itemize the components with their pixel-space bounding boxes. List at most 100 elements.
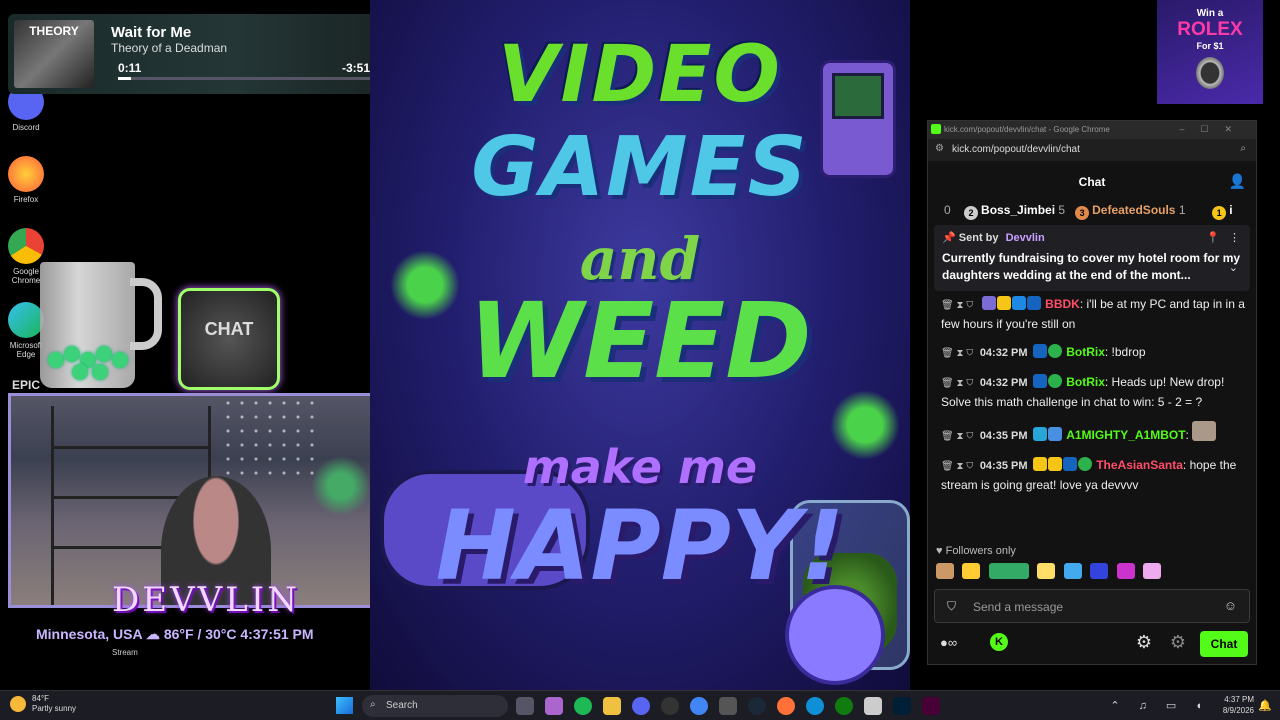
progress-fill xyxy=(118,77,131,80)
firefox-taskbar-icon[interactable] xyxy=(777,697,795,715)
taskbar-clock[interactable]: 4:37 PM 8/9/2026 xyxy=(1223,694,1254,716)
desktop-icon-label: Discord xyxy=(12,123,40,132)
discord-taskbar-icon[interactable] xyxy=(632,697,650,715)
message-user[interactable]: TheAsianSanta xyxy=(1096,458,1183,472)
emoji-icon[interactable]: ☺ xyxy=(1224,598,1237,613)
message-user[interactable]: BotRix xyxy=(1066,345,1105,359)
chevron-down-icon[interactable]: ⌄ xyxy=(1229,261,1238,274)
zoom-icon[interactable]: ⌕ xyxy=(1240,143,1246,154)
poster-line-6: HAPPY! xyxy=(435,490,845,602)
points-icon[interactable]: ●∞ xyxy=(940,635,957,650)
more-icon[interactable]: ⋮ xyxy=(1229,231,1240,244)
leader-name[interactable]: i xyxy=(1229,203,1232,217)
copilot-icon[interactable] xyxy=(545,697,563,715)
message-user[interactable]: BotRix xyxy=(1066,375,1105,389)
steam-icon[interactable] xyxy=(748,697,766,715)
desktop-icon-label: Firefox xyxy=(13,195,39,204)
pin-icon[interactable]: 📍 xyxy=(1206,231,1220,244)
rank-badge-icon: 1 xyxy=(1212,206,1227,220)
message-text: : !bdrop xyxy=(1104,345,1146,359)
spotify-icon[interactable] xyxy=(574,697,592,715)
settings-alt-icon[interactable]: ⚙ xyxy=(1170,632,1186,653)
task-view-icon[interactable] xyxy=(516,697,534,715)
taskbar: 84°F Partly sunny ⌕ Search ⌃ ♫ ▭ ◖ 4:37 … xyxy=(0,690,1280,720)
crown-badge-icon xyxy=(996,296,1011,310)
message-input[interactable]: ⛉ Send a message ☺ xyxy=(934,589,1250,623)
message-user[interactable]: A1MIGHTY_A1MBOT xyxy=(1066,428,1185,442)
taskbar-search[interactable]: ⌕ Search xyxy=(362,695,508,717)
shield-icon: ⛉ xyxy=(947,599,957,613)
clover-icon xyxy=(112,352,128,368)
xbox-icon[interactable] xyxy=(835,697,853,715)
search-placeholder: Search xyxy=(386,700,418,711)
verified-badge-icon xyxy=(1047,344,1062,358)
kick-logo-icon[interactable]: K xyxy=(990,633,1008,651)
leader-name[interactable]: DefeatedSouls xyxy=(1092,203,1175,217)
rolex-ad[interactable]: Win a ROLEX For $1 xyxy=(1157,0,1263,104)
emote-bar xyxy=(928,561,1256,587)
gear-icon[interactable]: ⚙ xyxy=(1136,632,1152,653)
message-time: 04:32 PM xyxy=(979,377,1028,389)
desktop-icon-label: Google Chrome xyxy=(11,267,41,285)
mod-actions-icon[interactable]: 🗑 ⧗ ⛉ xyxy=(941,300,973,311)
store-icon[interactable] xyxy=(719,697,737,715)
chrome-taskbar-icon[interactable] xyxy=(690,697,708,715)
emote-icon[interactable] xyxy=(1143,563,1162,579)
emote-icon[interactable] xyxy=(1090,563,1109,579)
emote-icon[interactable] xyxy=(962,563,981,579)
edge-taskbar-icon[interactable] xyxy=(806,697,824,715)
address-bar[interactable]: ⚙ kick.com/popout/devvlin/chat ⌕ xyxy=(928,139,1256,161)
emote-icon[interactable] xyxy=(1037,563,1056,579)
snipping-tool-icon[interactable] xyxy=(864,697,882,715)
leader-name[interactable]: Boss_Jimbei xyxy=(981,203,1055,217)
clover-icon xyxy=(64,346,80,362)
sword-badge-icon xyxy=(1032,344,1047,358)
chat-message: 🗑 ⧗ ⛉ 04:35 PM TheAsianSanta: hope the s… xyxy=(941,456,1246,494)
window-controls[interactable]: –☐✕ xyxy=(1179,124,1248,135)
taskbar-weather[interactable]: 84°F Partly sunny xyxy=(10,694,76,714)
message-user[interactable]: BBDK xyxy=(1045,297,1080,311)
notification-bell-icon[interactable]: 🔔 xyxy=(1258,699,1272,712)
mod-actions-icon[interactable]: 🗑 ⧗ ⛉ xyxy=(941,461,973,472)
start-button[interactable] xyxy=(336,697,353,714)
watch-icon xyxy=(1196,57,1224,89)
sword-badge-icon xyxy=(1026,296,1041,310)
emote-icon[interactable] xyxy=(1063,563,1082,579)
remaining-time: -3:51 xyxy=(341,61,370,75)
system-tray[interactable]: ⌃ ♫ ▭ ◖ xyxy=(1110,699,1210,712)
album-art-text: THEORY xyxy=(29,24,79,38)
emote-icon[interactable] xyxy=(936,563,954,579)
ad-line-3: For $1 xyxy=(1196,41,1224,51)
indesign-icon[interactable] xyxy=(922,697,940,715)
mod-actions-icon[interactable]: 🗑 ⧗ ⛉ xyxy=(941,431,973,442)
users-icon[interactable]: 👤 xyxy=(1229,173,1246,190)
window-titlebar[interactable]: kick.com/popout/devvlin/chat - Google Ch… xyxy=(928,121,1256,139)
leader-count: 1 xyxy=(1178,203,1186,217)
track-artist: Theory of a Deadman xyxy=(111,41,228,55)
webcam-feed xyxy=(8,393,380,608)
pinned-sender[interactable]: Devvlin xyxy=(1006,232,1045,244)
chat-header: Chat 👤 xyxy=(928,161,1256,201)
now-playing-widget: THEORY Wait for Me Theory of a Deadman 0… xyxy=(8,14,384,94)
file-explorer-icon[interactable] xyxy=(603,697,621,715)
album-art: THEORY xyxy=(14,20,94,88)
obs-icon[interactable] xyxy=(661,697,679,715)
progress-bar xyxy=(118,77,378,80)
sub-badge-icon xyxy=(1032,427,1047,441)
message-input-placeholder: Send a message xyxy=(973,600,1064,614)
emote-icon xyxy=(1192,421,1217,441)
site-info-icon[interactable]: ⚙ xyxy=(935,143,944,154)
mod-actions-icon[interactable]: 🗑 ⧗ ⛉ xyxy=(941,348,973,359)
mod-actions-icon[interactable]: 🗑 ⧗ ⛉ xyxy=(941,378,973,389)
string-lights xyxy=(221,396,321,476)
photoshop-icon[interactable] xyxy=(893,697,911,715)
sword-badge-icon xyxy=(1032,374,1047,388)
emote-icon[interactable] xyxy=(1116,563,1135,579)
chat-messages: 🗑 ⧗ ⛉ BBDK: i'll be at my PC and tap in … xyxy=(928,295,1256,494)
chat-send-button[interactable]: Chat xyxy=(1200,631,1248,657)
ad-brand: ROLEX xyxy=(1177,19,1243,40)
message-time: 04:32 PM xyxy=(979,347,1028,359)
pinned-message[interactable]: 📌 Sent by Devvlin Currently fundraising … xyxy=(934,225,1250,291)
emote-icon[interactable] xyxy=(988,563,1029,579)
desktop-icon-firefox[interactable]: Firefox xyxy=(4,156,48,204)
